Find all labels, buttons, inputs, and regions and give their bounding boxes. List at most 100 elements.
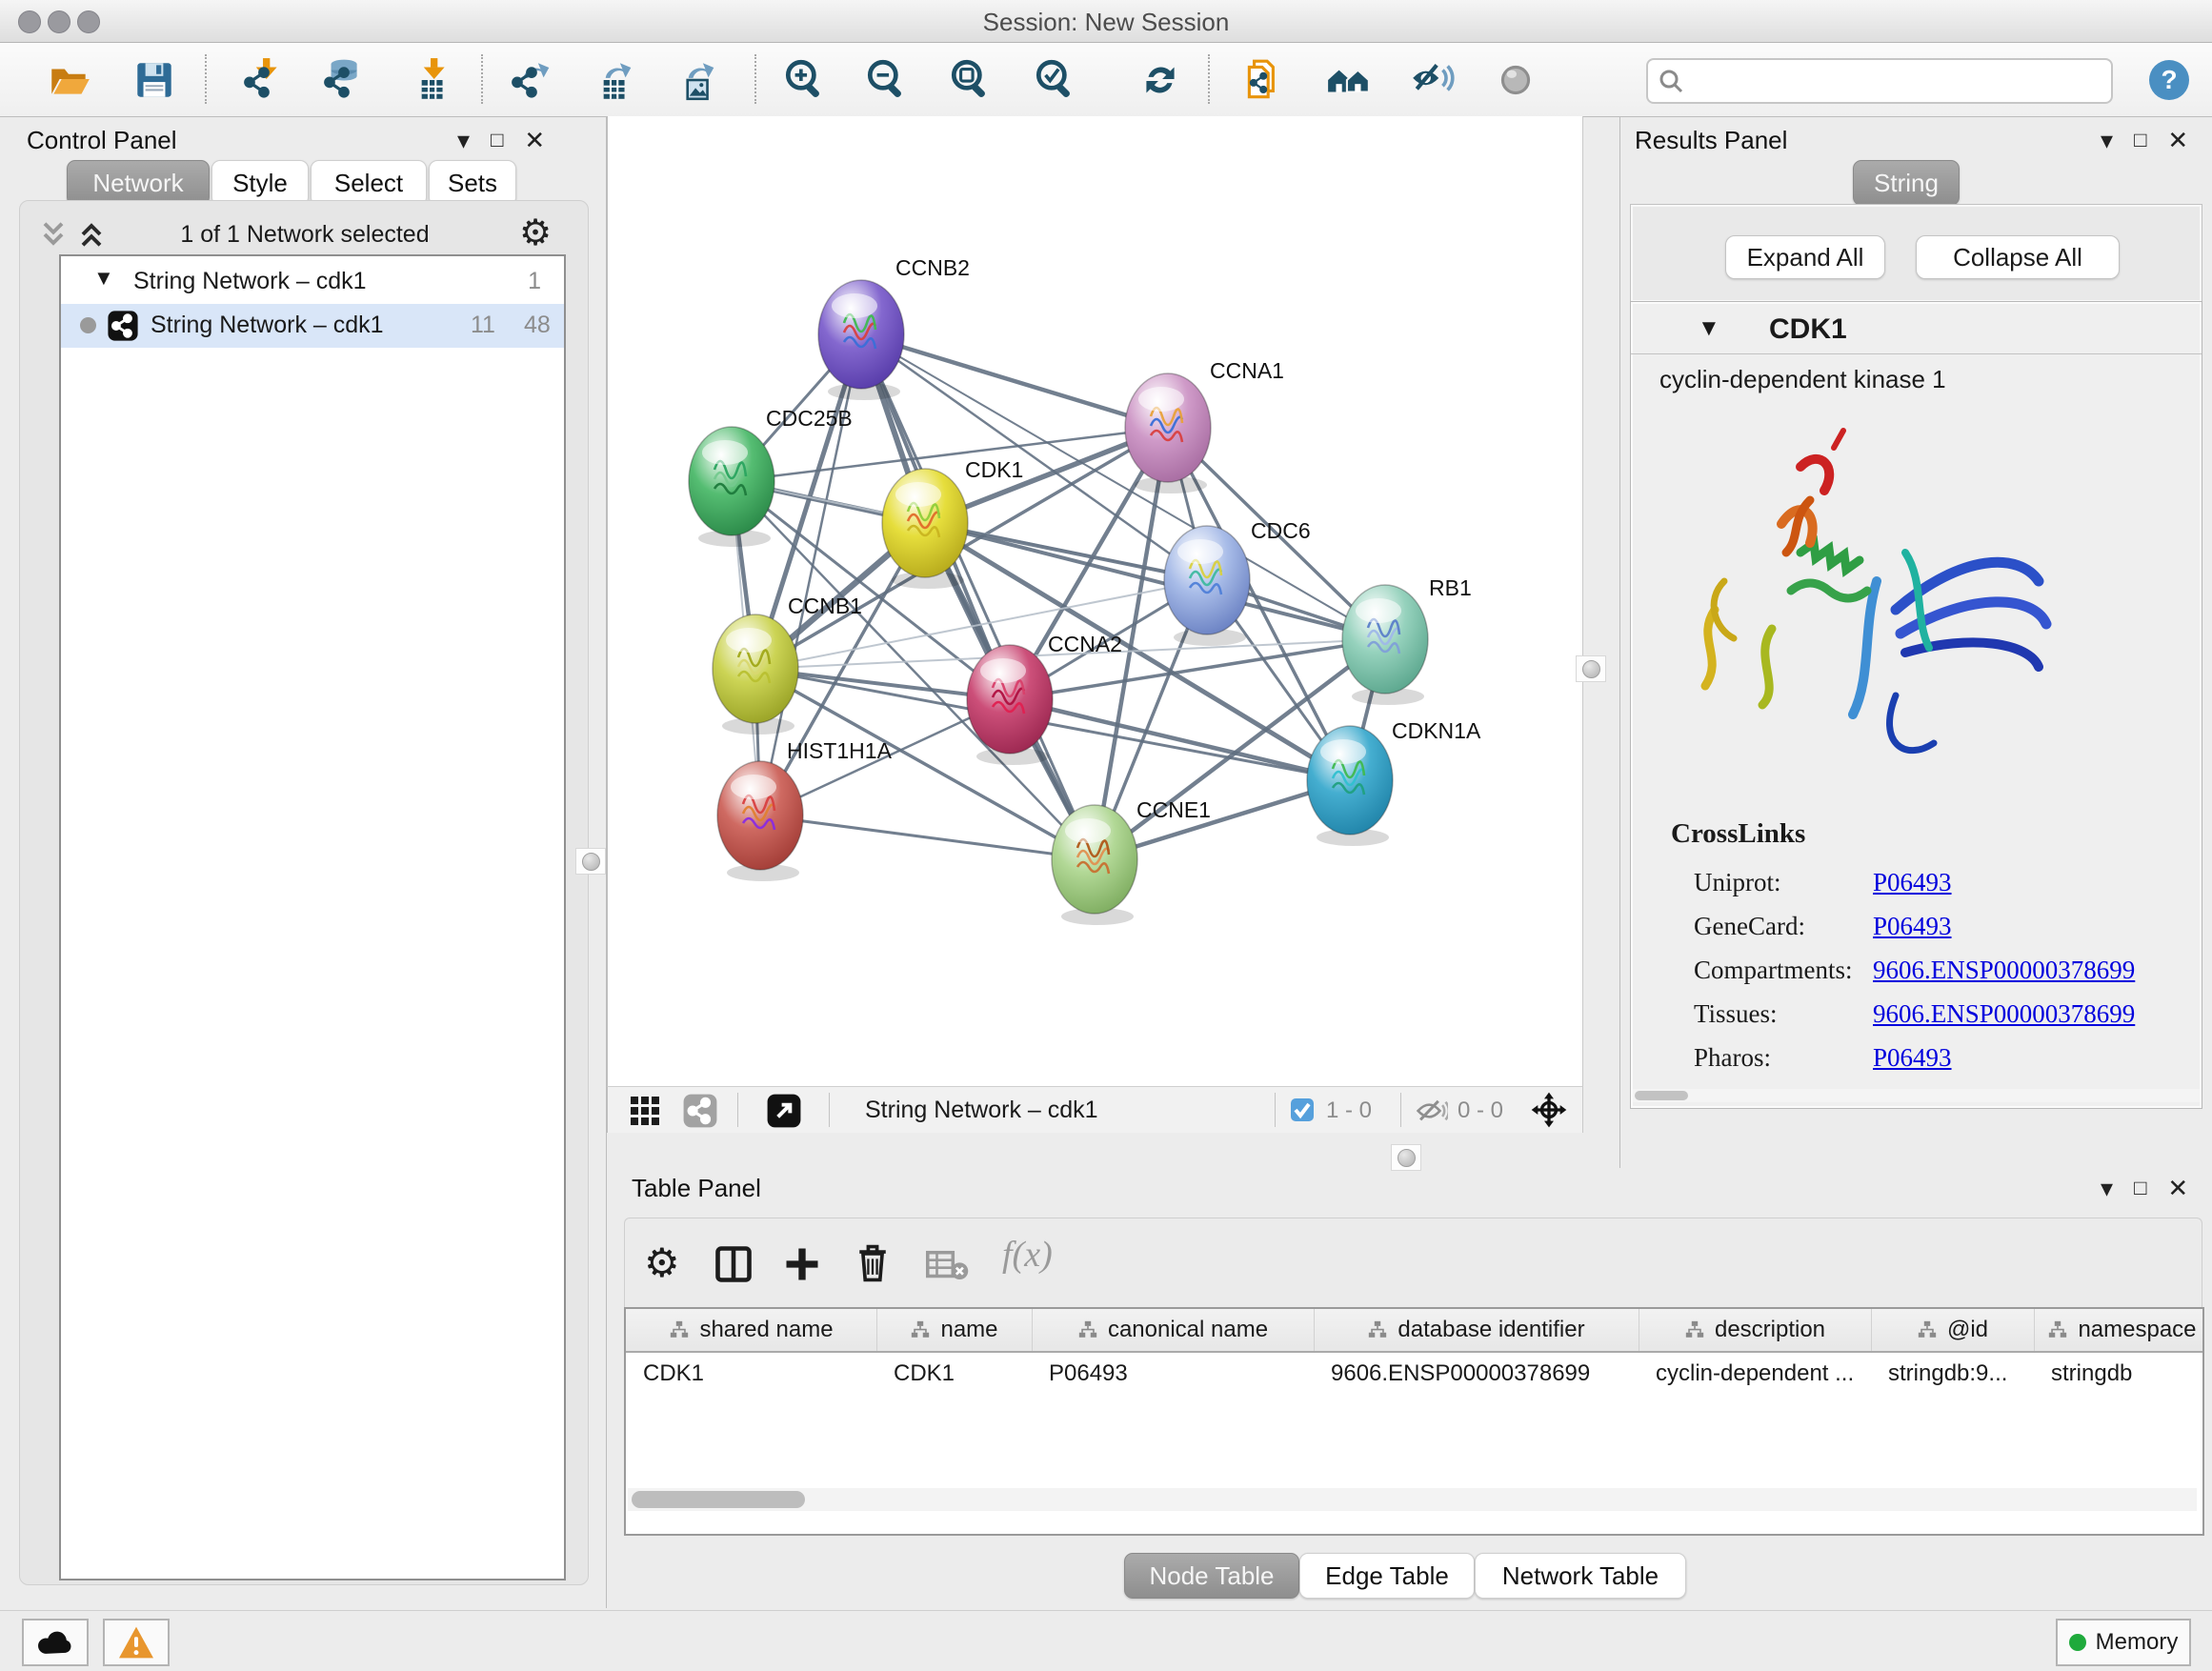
gene-expander-icon[interactable]: ▼ <box>1698 315 1720 342</box>
titlebar: Session: New Session <box>0 0 2212 43</box>
network-view-canvas[interactable]: CCNB2CCNA1CDC25BCDK1CDC6RB1CCNB1CCNA2CDK… <box>607 116 1583 1086</box>
maximize-panel-icon[interactable]: □ <box>2134 1176 2146 1200</box>
tab-network-table[interactable]: Network Table <box>1475 1553 1686 1599</box>
float-panel-icon[interactable]: ▾ <box>2101 126 2113 155</box>
first-neighbors-button[interactable] <box>1237 52 1292 108</box>
crosslink-link[interactable]: 9606.ENSP00000378699 <box>1873 999 2135 1029</box>
show-columns-icon[interactable] <box>713 1243 754 1285</box>
column-header-label: canonical name <box>1108 1317 1268 1343</box>
horizontal-splitter-handle[interactable] <box>1391 1144 1421 1171</box>
delete-table-icon[interactable] <box>926 1249 970 1281</box>
node-CCNA1[interactable]: CCNA1 <box>1125 358 1284 493</box>
node-CCNE1[interactable]: CCNE1 <box>1052 797 1211 925</box>
export-table-button[interactable] <box>584 52 639 108</box>
tab-string[interactable]: String <box>1853 160 1960 206</box>
network-graph[interactable]: CCNB2CCNA1CDC25BCDK1CDC6RB1CCNB1CCNA2CDK… <box>608 116 1582 1086</box>
zoom-fit-button[interactable] <box>943 52 998 108</box>
tab-node-table[interactable]: Node Table <box>1124 1553 1299 1599</box>
table-cell[interactable]: stringdb:9... <box>1871 1355 2034 1393</box>
export-image-button[interactable] <box>667 52 722 108</box>
results-hscrollbar-thumb[interactable] <box>1635 1091 1688 1100</box>
network-collection-row[interactable]: ▼ String Network – cdk1 1 <box>61 260 564 304</box>
column-header-name[interactable]: name <box>876 1309 1033 1351</box>
hidden-eye-icon[interactable] <box>1416 1097 1448 1125</box>
node-CDC25B[interactable]: CDC25B <box>689 406 853 547</box>
expand-all-button[interactable]: Expand All <box>1725 235 1885 279</box>
zoom-selected-button[interactable] <box>1028 52 1083 108</box>
node-RB1[interactable]: RB1 <box>1342 575 1472 705</box>
export-network-button[interactable] <box>502 52 557 108</box>
float-panel-icon[interactable]: ▾ <box>2101 1174 2113 1203</box>
table-cell[interactable]: P06493 <box>1032 1355 1314 1393</box>
collapse-all-networks-icon[interactable] <box>36 217 70 252</box>
node-label-CDKN1A: CDKN1A <box>1392 718 1481 743</box>
table-hscrollbar-thumb[interactable] <box>632 1491 805 1508</box>
svg-text:?: ? <box>2161 65 2177 94</box>
tab-edge-table[interactable]: Edge Table <box>1299 1553 1475 1599</box>
column-header--id[interactable]: @id <box>1871 1309 2035 1351</box>
import-database-button[interactable] <box>314 52 370 108</box>
search-input[interactable] <box>1692 64 2096 96</box>
birds-eye-view-icon[interactable] <box>629 1095 661 1127</box>
maximize-panel-icon[interactable]: □ <box>491 128 503 152</box>
vertical-splitter-handle[interactable] <box>1576 655 1606 682</box>
crosslink-link[interactable]: P06493 <box>1873 912 1952 941</box>
save-session-button[interactable] <box>127 52 182 108</box>
string-logo-icon[interactable] <box>682 1093 718 1129</box>
import-table-button[interactable] <box>402 52 457 108</box>
help-button[interactable]: ? <box>2142 52 2197 108</box>
network-row-selected[interactable]: String Network – cdk1 11 48 <box>61 304 564 348</box>
add-column-icon[interactable] <box>781 1243 823 1285</box>
toolbar-separator <box>1400 1093 1401 1127</box>
open-session-button[interactable] <box>42 52 97 108</box>
table-header-row: shared namename canonical name database id… <box>626 1309 2202 1353</box>
table-cell[interactable]: stringdb <box>2034 1355 2204 1393</box>
column-header-canonical-name[interactable]: canonical name <box>1032 1309 1315 1351</box>
tab-select[interactable]: Select <box>311 160 427 206</box>
tab-sets[interactable]: Sets <box>429 160 516 206</box>
column-header-namespace[interactable]: namespace <box>2034 1309 2204 1351</box>
delete-column-icon[interactable] <box>852 1241 894 1285</box>
cloud-status-button[interactable] <box>22 1619 89 1666</box>
crosslink-link[interactable]: 9606.ENSP00000378699 <box>1873 956 2135 985</box>
column-header-database-identifier[interactable]: database identifier <box>1314 1309 1639 1351</box>
network-options-gear-icon[interactable]: ⚙ <box>519 211 552 253</box>
memory-button[interactable]: Memory <box>2056 1619 2191 1666</box>
float-panel-icon[interactable]: ▾ <box>457 126 470 155</box>
collapse-all-button[interactable]: Collapse All <box>1916 235 2120 279</box>
table-cell[interactable]: cyclin-dependent ... <box>1639 1355 1871 1393</box>
hide-selected-button[interactable] <box>1405 52 1460 108</box>
node-CCNB2[interactable]: CCNB2 <box>818 255 970 400</box>
table-cell[interactable]: CDK1 <box>626 1355 876 1393</box>
edge-HIST1H1A-CCNE1 <box>760 815 1095 859</box>
import-network-button[interactable] <box>234 52 290 108</box>
vertical-splitter-handle[interactable] <box>575 848 606 875</box>
close-panel-icon[interactable]: ✕ <box>2167 1174 2188 1203</box>
zoom-out-button[interactable] <box>859 52 915 108</box>
column-header-shared-name[interactable]: shared name <box>626 1309 877 1351</box>
crosslink-link[interactable]: P06493 <box>1873 868 1952 897</box>
close-panel-icon[interactable]: ✕ <box>2167 126 2188 155</box>
expand-all-networks-icon[interactable] <box>74 217 109 252</box>
table-cell[interactable]: 9606.ENSP00000378699 <box>1314 1355 1639 1393</box>
zoom-in-button[interactable] <box>777 52 833 108</box>
table-cell[interactable]: CDK1 <box>876 1355 1032 1393</box>
show-all-button[interactable] <box>1488 52 1543 108</box>
node-HIST1H1A[interactable]: HIST1H1A <box>717 738 893 881</box>
home-button[interactable] <box>1321 52 1377 108</box>
table-options-gear-icon[interactable]: ⚙ <box>644 1239 680 1286</box>
open-in-new-window-icon[interactable] <box>766 1093 802 1129</box>
pan-move-icon[interactable] <box>1530 1091 1568 1129</box>
column-header-description[interactable]: description <box>1639 1309 1872 1351</box>
tab-network[interactable]: Network <box>67 160 210 206</box>
collection-expander-icon[interactable]: ▼ <box>93 266 114 291</box>
tab-style[interactable]: Style <box>211 160 309 206</box>
refresh-layout-button[interactable] <box>1133 52 1188 108</box>
crosslink-link[interactable]: P06493 <box>1873 1043 1952 1073</box>
maximize-panel-icon[interactable]: □ <box>2134 128 2146 152</box>
node-CDKN1A[interactable]: CDKN1A <box>1307 718 1481 846</box>
close-panel-icon[interactable]: ✕ <box>524 126 545 155</box>
function-builder-icon[interactable]: f(x) <box>1002 1234 1053 1276</box>
warnings-button[interactable] <box>103 1619 170 1666</box>
selected-checkbox-icon[interactable] <box>1290 1097 1315 1122</box>
